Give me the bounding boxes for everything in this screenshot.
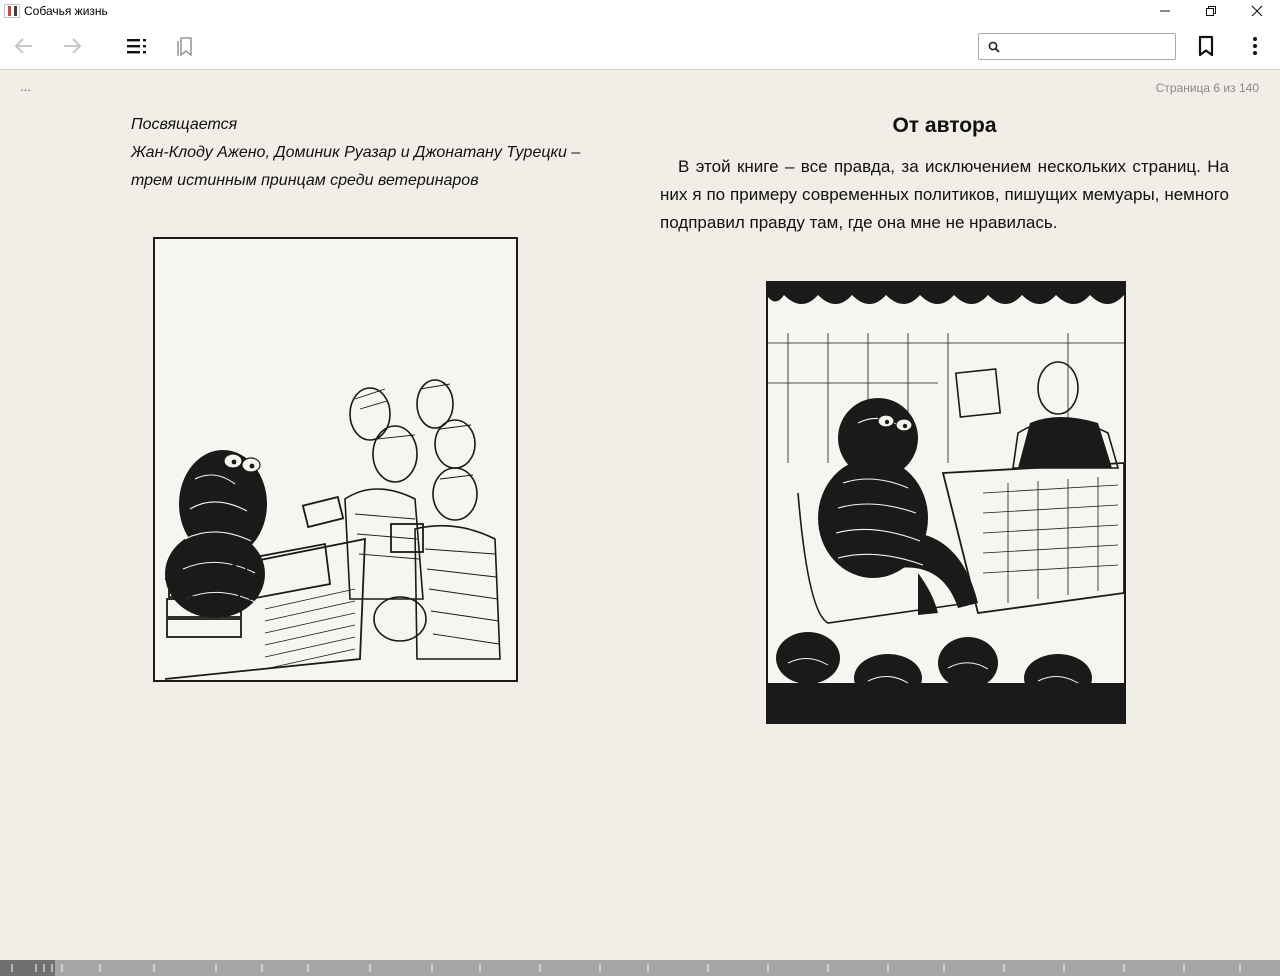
title-bar: Собачья жизнь <box>0 0 1280 22</box>
table-of-contents-icon <box>127 39 146 54</box>
book-signing-drawing <box>164 379 501 680</box>
more-vertical-icon <box>1253 37 1257 55</box>
close-window-button[interactable] <box>1234 0 1280 22</box>
arrow-left-icon <box>14 38 32 54</box>
minimize-icon <box>1160 10 1170 12</box>
illustration-interview <box>766 281 1126 724</box>
search-icon <box>988 41 1000 53</box>
arrow-right-icon <box>64 38 82 54</box>
minimize-button[interactable] <box>1142 0 1188 22</box>
navigation-ellipsis[interactable]: ... <box>20 79 31 94</box>
bookmarks-list-button[interactable] <box>165 22 205 70</box>
bookmark-icon <box>1198 35 1214 57</box>
back-button[interactable] <box>4 22 44 70</box>
table-of-contents-button[interactable] <box>117 22 157 70</box>
more-options-button[interactable] <box>1235 22 1275 70</box>
reading-progress-bar[interactable] <box>0 960 1280 976</box>
page-indicator: Страница 6 из 140 <box>1155 81 1259 95</box>
forward-button[interactable] <box>52 22 92 70</box>
add-bookmark-button[interactable] <box>1186 22 1226 70</box>
dedication: Посвящается Жан-Клоду Ажено, Доминик Руа… <box>131 111 601 195</box>
illustration-book-signing <box>153 237 518 682</box>
dedication-line: Жан-Клоду Ажено, Доминик Руазар и Джонат… <box>131 144 581 161</box>
interview-drawing <box>768 283 1124 722</box>
search-field[interactable] <box>978 33 1180 60</box>
window-controls <box>1142 0 1280 22</box>
bookmarks-icon <box>177 37 192 57</box>
app-book-icon <box>4 4 20 18</box>
reading-area[interactable]: ... Страница 6 из 140 Посвящается Жан-Кл… <box>0 71 1280 959</box>
dedication-line: Посвящается <box>131 116 238 133</box>
restore-button[interactable] <box>1188 0 1234 22</box>
close-icon <box>1251 5 1263 17</box>
chapter-ticks <box>11 964 1241 972</box>
chapter-heading: От автора <box>892 114 997 137</box>
dedication-line: трем истинным принцам среди ветеринаров <box>131 172 479 189</box>
chapter-paragraph: В этой книге – все правда, за исключение… <box>660 157 1229 232</box>
window-title: Собачья жизнь <box>24 4 108 18</box>
search-input[interactable] <box>1004 34 1180 59</box>
reader-toolbar <box>0 22 1280 70</box>
restore-icon <box>1206 6 1216 16</box>
